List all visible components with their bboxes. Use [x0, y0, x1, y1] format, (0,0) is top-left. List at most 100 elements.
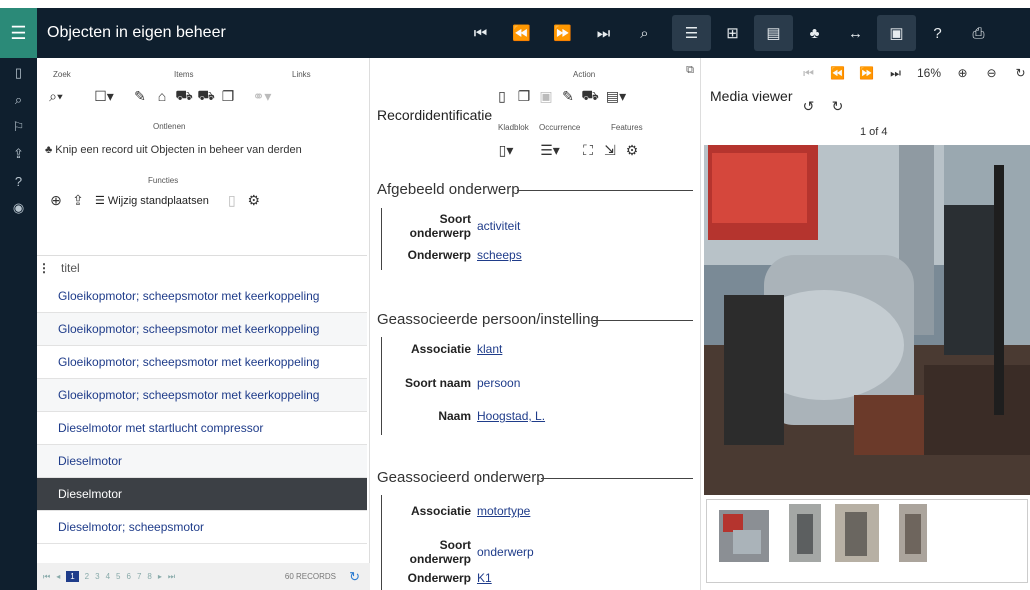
first-image-icon[interactable]: ⏮	[794, 66, 823, 81]
hamburger-menu-icon[interactable]: ☰	[0, 8, 37, 58]
kladblok-dropdown-icon[interactable]: ▯▾	[491, 140, 521, 160]
field-label: Soort onderwerp	[409, 538, 471, 566]
cart-icon[interactable]: ⛟	[173, 86, 195, 106]
thumbnail[interactable]	[835, 504, 879, 562]
previous-record-icon[interactable]: ⏪	[501, 8, 542, 58]
column-title[interactable]: titel	[61, 261, 80, 275]
link-icon[interactable]: ⚭▾	[247, 86, 277, 106]
first-record-icon[interactable]: ⏮	[460, 8, 501, 58]
record-view-icon[interactable]: ▤	[754, 15, 793, 51]
document-icon[interactable]: ▯	[0, 61, 37, 85]
field: Associatie motortype	[383, 504, 530, 518]
rotate-left-icon[interactable]: ↺	[794, 98, 823, 115]
zoom-in-icon[interactable]: ⊕	[948, 66, 977, 81]
reset-icon[interactable]: ↻	[1006, 66, 1030, 81]
table-row[interactable]: Gloeikopmotor; scheepsmotor met keerkopp…	[37, 280, 367, 313]
settings-icon[interactable]: ⚙	[621, 140, 643, 160]
search-icon[interactable]: ⌕	[624, 8, 665, 58]
settings-icon[interactable]: ⚙	[243, 190, 265, 210]
table-row-selected[interactable]: Dieselmotor	[37, 478, 367, 511]
cut-record-label: Knip een record uit Objecten in beheer v…	[55, 144, 302, 156]
change-location-label: Wijzig standplaatsen	[107, 194, 209, 207]
field-link[interactable]: motortype	[477, 504, 530, 518]
search-icon[interactable]: ⌕	[0, 88, 37, 112]
duplicate-icon[interactable]: ❐	[513, 86, 535, 106]
thumbnail[interactable]	[899, 504, 927, 562]
grid-view-icon[interactable]: ⊞	[713, 15, 752, 51]
list-view-icon[interactable]: ☰	[672, 15, 711, 51]
field: Soort onderwerp activiteit	[383, 212, 521, 240]
pagination: ⏮ ◂ 1 2 3 4 5 6 7 8 ▸ ⏭ 60 RECORDS ↻	[37, 563, 370, 590]
page-current[interactable]: 1	[66, 571, 79, 582]
page-link[interactable]: 4	[106, 572, 110, 581]
export-icon[interactable]: ⇪	[67, 190, 89, 210]
zoom-out-icon[interactable]: ⊖	[977, 66, 1006, 81]
edit-icon[interactable]: ✎	[129, 86, 151, 106]
page-link[interactable]: 2	[85, 572, 89, 581]
refresh-icon[interactable]: ↻	[349, 569, 360, 585]
prev-image-icon[interactable]: ⏪	[823, 66, 852, 81]
table-row[interactable]: Dieselmotor	[37, 445, 367, 478]
features-group-label: Features	[611, 123, 643, 132]
page-link[interactable]: 7	[137, 572, 141, 581]
table-row[interactable]: Gloeikopmotor; scheepsmotor met keerkopp…	[37, 379, 367, 412]
fullscreen-icon[interactable]: ⛶	[577, 140, 599, 160]
last-image-icon[interactable]: ⏭	[881, 66, 910, 81]
zoom-in-icon[interactable]: ⊕	[45, 190, 67, 210]
save-icon[interactable]: ▣	[535, 86, 557, 106]
cart-add-icon[interactable]: ⛟	[195, 86, 217, 106]
cart-icon[interactable]: ⛟	[579, 86, 601, 106]
last-page-icon[interactable]: ⏭	[168, 572, 175, 582]
collapse-icon[interactable]: ⇲	[599, 140, 621, 160]
expand-width-icon[interactable]: ↔	[836, 15, 875, 51]
next-image-icon[interactable]: ⏩	[852, 66, 881, 81]
field: Associatie klant	[383, 342, 502, 356]
first-page-icon[interactable]: ⏮	[43, 572, 50, 582]
page-link[interactable]: 5	[116, 572, 120, 581]
next-page-icon[interactable]: ▸	[158, 572, 162, 581]
engine-photo[interactable]	[704, 145, 1030, 495]
field-link[interactable]: klant	[477, 342, 502, 356]
table-row[interactable]: Gloeikopmotor; scheepsmotor met keerkopp…	[37, 313, 367, 346]
hierarchy-icon[interactable]: ♣	[795, 15, 834, 51]
left-rail: ▯ ⌕ ⚐ ⇪ ? ◉	[0, 58, 37, 590]
user-icon[interactable]: ◉	[0, 196, 37, 220]
help-icon[interactable]: ?	[0, 169, 37, 193]
help-icon[interactable]: ?	[918, 15, 957, 51]
table-row[interactable]: Dieselmotor met startlucht compressor	[37, 412, 367, 445]
report-dropdown-icon[interactable]: ▤▾	[601, 86, 631, 106]
top-bar: ☰ Objecten in eigen beheer ⏮ ⏪ ⏩ ⏭ ⌕ ☰ ⊞…	[0, 8, 1030, 58]
page-link[interactable]: 8	[147, 572, 151, 581]
last-record-icon[interactable]: ⏭	[583, 8, 624, 58]
popout-icon[interactable]: ⧉	[686, 64, 694, 77]
filmstrip-icon[interactable]: ▣	[877, 15, 916, 51]
cut-record-button[interactable]: ♣ Knip een record uit Objecten in beheer…	[45, 144, 302, 156]
occurrence-dropdown-icon[interactable]: ☰▾	[535, 140, 565, 160]
new-record-icon[interactable]: ▯	[491, 86, 513, 106]
change-location-button[interactable]: ☰ Wijzig standplaatsen	[95, 194, 209, 207]
view-toolbar: ☰ ⊞ ▤ ♣ ↔ ▣ ? ⎙	[672, 8, 1000, 58]
field-link[interactable]: Hoogstad, L.	[477, 409, 545, 423]
thumbnail[interactable]	[719, 510, 769, 562]
edit-icon[interactable]: ✎	[557, 86, 579, 106]
print-icon[interactable]: ⎙	[959, 15, 998, 51]
document-icon[interactable]: ▯	[221, 190, 243, 210]
select-dropdown-icon[interactable]: ☐▾	[93, 86, 115, 106]
delete-icon[interactable]: ⌂	[151, 86, 173, 106]
flag-icon[interactable]: ⚐	[0, 115, 37, 139]
field-link[interactable]: K1	[477, 571, 492, 585]
thumbnail[interactable]	[789, 504, 821, 562]
column-menu-icon[interactable]: ⋮	[37, 261, 51, 275]
field-link[interactable]: scheeps	[477, 248, 522, 262]
table-row[interactable]: Gloeikopmotor; scheepsmotor met keerkopp…	[37, 346, 367, 379]
rotate-right-icon[interactable]: ↻	[823, 98, 852, 115]
copy-icon[interactable]: ❐	[217, 86, 239, 106]
upload-icon[interactable]: ⇪	[0, 142, 37, 166]
search-dropdown-icon[interactable]: ⌕▾	[45, 86, 67, 106]
table-row[interactable]: Dieselmotor; scheepsmotor	[37, 511, 367, 544]
section-divider	[593, 320, 693, 321]
page-link[interactable]: 6	[126, 572, 130, 581]
page-link[interactable]: 3	[95, 572, 99, 581]
prev-page-icon[interactable]: ◂	[56, 572, 60, 581]
next-record-icon[interactable]: ⏩	[542, 8, 583, 58]
